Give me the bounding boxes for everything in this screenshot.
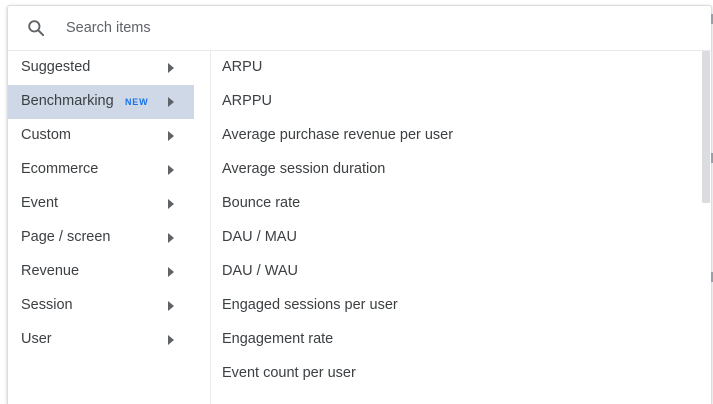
metric-label: Average purchase revenue per user [222,127,454,143]
category-label: Benchmarking [21,93,114,109]
chevron-right-icon [168,335,174,345]
chevron-right-icon [168,131,174,141]
category-label: Custom [21,127,71,143]
category-label: Ecommerce [21,161,99,177]
scrollbar-thumb[interactable] [702,51,710,203]
metric-item[interactable]: Event count per user [211,357,701,391]
category-item-ecommerce[interactable]: Ecommerce [8,153,194,187]
metric-item[interactable]: Engagement rate [211,323,701,357]
metric-label: Event count per user [222,365,356,381]
category-item-custom[interactable]: Custom [8,119,194,153]
metric-item[interactable]: DAU / MAU [211,221,701,255]
new-badge: NEW [125,97,149,107]
chevron-right-icon [168,199,174,209]
chevron-right-icon [168,165,174,175]
metric-label: ARPU [222,59,263,75]
category-item-suggested[interactable]: Suggested [8,51,194,85]
category-item-user[interactable]: User [8,323,194,357]
chevron-right-icon [168,97,174,107]
metric-item[interactable]: DAU / WAU [211,255,701,289]
metric-item[interactable]: ARPU [211,51,701,85]
metric-label: DAU / WAU [222,263,298,279]
metric-list-scrollbar[interactable] [701,51,711,404]
category-item-session[interactable]: Session [8,289,194,323]
chevron-right-icon [168,267,174,277]
category-list: Suggested Benchmarking NEW Custom Ecomme… [8,51,211,404]
search-bar [8,6,711,51]
category-label: User [21,331,52,347]
category-label: Suggested [21,59,91,75]
search-icon [26,18,46,38]
chevron-right-icon [168,63,174,73]
metric-label: ARPPU [222,93,272,109]
metric-item[interactable]: Engaged sessions per user [211,289,701,323]
search-input[interactable] [66,17,666,39]
chevron-right-icon [168,233,174,243]
item-picker-panel: Suggested Benchmarking NEW Custom Ecomme… [7,5,712,404]
metric-label: Engaged sessions per user [222,297,398,313]
metric-label: Engagement rate [222,331,334,347]
category-label: Page / screen [21,229,111,245]
metric-list: ARPU ARPPU Average purchase revenue per … [211,51,701,404]
metric-item[interactable]: ARPPU [211,85,701,119]
category-item-revenue[interactable]: Revenue [8,255,194,289]
category-item-event[interactable]: Event [8,187,194,221]
category-item-benchmarking[interactable]: Benchmarking NEW [8,85,194,119]
category-label: Session [21,297,73,313]
metric-label: DAU / MAU [222,229,297,245]
metric-item[interactable]: Average purchase revenue per user [211,119,701,153]
chevron-right-icon [168,301,174,311]
category-label: Event [21,195,59,211]
metric-item[interactable]: Average session duration [211,153,701,187]
category-item-page-screen[interactable]: Page / screen [8,221,194,255]
category-label: Revenue [21,263,80,279]
metric-label: Bounce rate [222,195,301,211]
metric-item[interactable]: Bounce rate [211,187,701,221]
metric-label: Average session duration [222,161,386,177]
